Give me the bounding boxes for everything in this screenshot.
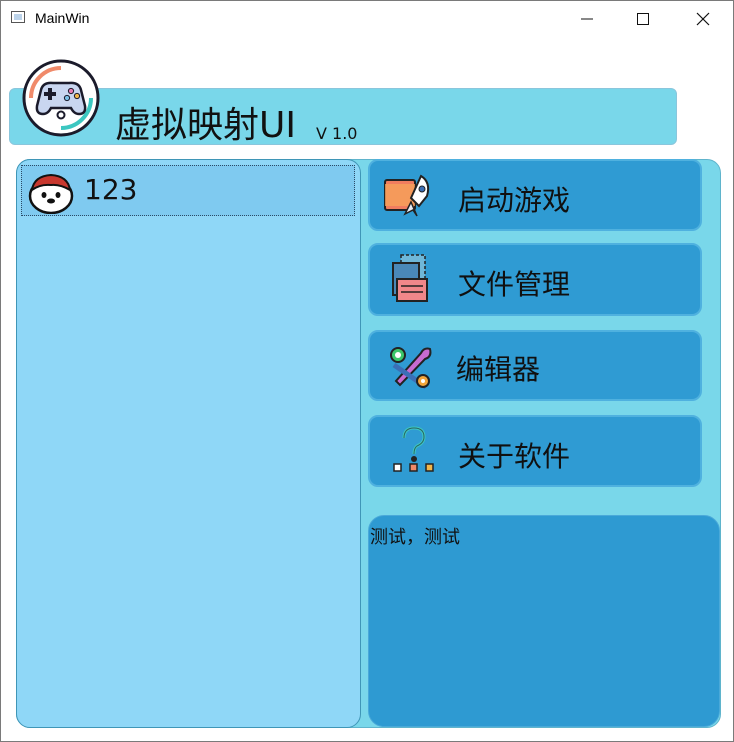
about-label: 关于软件 xyxy=(458,440,571,473)
question-icon xyxy=(393,426,434,472)
editor-label: 编辑器 xyxy=(456,353,541,386)
app-version: V 1.0 xyxy=(316,124,358,143)
documents-icon xyxy=(392,254,428,302)
game-list-panel[interactable] xyxy=(16,159,361,728)
maximize-icon xyxy=(637,13,649,25)
rocket-folder-icon xyxy=(384,174,430,217)
file-manager-label: 文件管理 xyxy=(458,268,571,301)
minimize-button[interactable] xyxy=(564,0,610,38)
gamepad-logo-icon xyxy=(22,59,100,137)
title-bar[interactable]: MainWin xyxy=(0,0,734,38)
penguin-avatar-icon xyxy=(28,173,74,214)
wrench-tools-icon xyxy=(390,347,432,390)
app-window-icon xyxy=(11,11,25,23)
close-icon xyxy=(696,12,710,26)
list-item-label: 123 xyxy=(84,173,138,206)
close-button[interactable] xyxy=(680,0,726,38)
maximize-button[interactable] xyxy=(620,0,666,38)
window-title: MainWin xyxy=(35,10,90,26)
info-text: 测试，测试 xyxy=(370,527,460,548)
launch-game-label: 启动游戏 xyxy=(458,184,571,217)
minimize-icon xyxy=(581,18,593,20)
app-title: 虚拟映射UI xyxy=(115,105,296,146)
